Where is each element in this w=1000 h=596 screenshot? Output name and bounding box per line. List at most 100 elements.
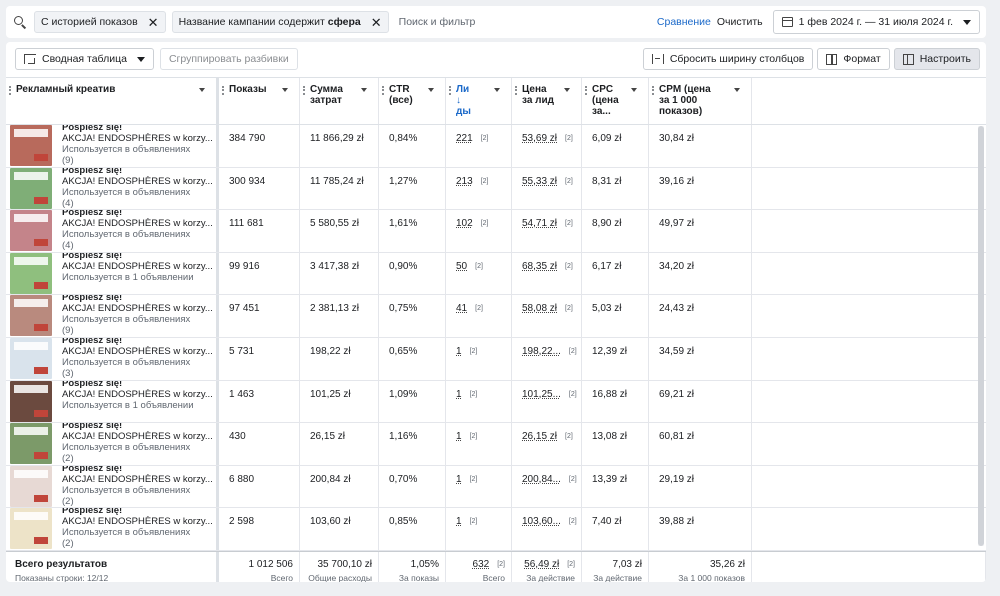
cost-per-lead-value[interactable]: 58,08 zł — [522, 303, 557, 314]
close-icon[interactable]: ✕ — [371, 16, 382, 29]
leads-value[interactable]: 1 — [456, 431, 462, 442]
drag-handle-icon[interactable] — [449, 86, 451, 95]
column-header-ctr[interactable]: CTR (все) — [379, 78, 446, 124]
filter-chip-campaign-name[interactable]: Название кампании содержит сфера ✕ — [171, 11, 389, 33]
close-icon[interactable]: ✕ — [148, 16, 159, 29]
clear-link[interactable]: Очистить — [717, 16, 763, 28]
drag-handle-icon[interactable] — [652, 86, 654, 95]
creative-name[interactable]: AKCJA! ENDOSPHÈRES w korzy... — [62, 303, 213, 314]
creative-cell[interactable]: Pośpiesz się! AKCJA! ENDOSPHÈRES w korzy.… — [6, 295, 219, 337]
table-row[interactable]: Pośpiesz się! AKCJA! ENDOSPHÈRES w korzy.… — [6, 337, 986, 381]
creative-name[interactable]: AKCJA! ENDOSPHÈRES w korzy... — [62, 176, 213, 187]
creative-name[interactable]: AKCJA! ENDOSPHÈRES w korzy... — [62, 261, 213, 272]
creative-thumbnail[interactable] — [10, 337, 52, 379]
table-row[interactable]: Pośpiesz się! AKCJA! ENDOSPHÈRES w korzy.… — [6, 423, 986, 466]
table-row[interactable]: Pośpiesz się! AKCJA! ENDOSPHÈRES w korzy.… — [6, 465, 986, 509]
cost-per-lead-value[interactable]: 103,60... — [522, 516, 561, 527]
drag-handle-icon[interactable] — [382, 86, 384, 95]
creative-cell[interactable]: Pośpiesz się! AKCJA! ENDOSPHÈRES w korzy.… — [6, 337, 219, 380]
creative-thumbnail[interactable] — [10, 167, 52, 209]
cost-per-lead-value[interactable]: 53,69 zł — [522, 133, 557, 144]
leads-value[interactable]: 221 — [456, 133, 473, 144]
vertical-scrollbar[interactable] — [978, 126, 984, 546]
creative-cell[interactable]: Pośpiesz się! AKCJA! ENDOSPHÈRES w korzy.… — [6, 380, 219, 423]
drag-handle-icon[interactable] — [9, 86, 11, 95]
column-header-cost-per-lead[interactable]: Цена за лид — [512, 78, 582, 124]
cost-per-lead-value[interactable]: 68,35 zł — [522, 261, 557, 272]
creative-cell[interactable]: Pośpiesz się! AKCJA! ENDOSPHÈRES w korzy.… — [6, 465, 219, 508]
chevron-down-icon[interactable] — [628, 84, 642, 96]
totals-value[interactable]: 56,49 zł — [524, 559, 559, 570]
search-filter-input[interactable] — [394, 16, 657, 28]
creative-name[interactable]: AKCJA! ENDOSPHÈRES w korzy... — [62, 516, 213, 527]
drag-handle-icon[interactable] — [585, 86, 587, 95]
drag-handle-icon[interactable] — [515, 86, 517, 95]
chevron-down-icon[interactable] — [196, 84, 210, 96]
table-row[interactable]: Pośpiesz się! AKCJA! ENDOSPHÈRES w korzy.… — [6, 380, 986, 424]
table-row[interactable]: Pośpiesz się! AKCJA! ENDOSPHÈRES w korzy.… — [6, 167, 986, 211]
column-header-cpm[interactable]: CPM (цена за 1 000 показов) — [649, 78, 752, 124]
creative-thumbnail[interactable] — [10, 508, 52, 550]
leads-value[interactable]: 213 — [456, 176, 473, 187]
column-header-cpc[interactable]: CPC (цена за... — [582, 78, 649, 124]
table-row[interactable]: Pośpiesz się! AKCJA! ENDOSPHÈRES w korzy.… — [6, 210, 986, 253]
creative-cell[interactable]: Pośpiesz się! AKCJA! ENDOSPHÈRES w korzy.… — [6, 125, 219, 167]
creative-name[interactable]: AKCJA! ENDOSPHÈRES w korzy... — [62, 431, 213, 442]
filter-chip-impressions-history[interactable]: С историей показов ✕ — [34, 11, 166, 33]
column-header-creative[interactable]: Рекламный креатив — [6, 78, 219, 124]
creative-cell[interactable]: Pośpiesz się! AKCJA! ENDOSPHÈRES w korzy.… — [6, 210, 219, 252]
cost-per-lead-value[interactable]: 101,25... — [522, 389, 561, 400]
format-button[interactable]: Формат — [817, 48, 890, 70]
drag-handle-icon[interactable] — [303, 86, 305, 95]
cost-per-lead-value[interactable]: 26,15 zł — [522, 431, 557, 442]
scrollbar-thumb[interactable] — [978, 126, 984, 546]
creative-thumbnail[interactable] — [10, 380, 52, 422]
creative-thumbnail[interactable] — [10, 423, 52, 465]
leads-value[interactable]: 41 — [456, 303, 467, 314]
chevron-down-icon[interactable] — [425, 84, 439, 96]
creative-thumbnail[interactable] — [10, 210, 52, 252]
group-breakdowns-button[interactable]: Сгруппировать разбивки — [159, 48, 298, 70]
creative-name[interactable]: AKCJA! ENDOSPHÈRES w korzy... — [62, 218, 213, 229]
creative-name[interactable]: AKCJA! ENDOSPHÈRES w korzy... — [62, 346, 213, 357]
table-row[interactable]: Pośpiesz się! AKCJA! ENDOSPHÈRES w korzy.… — [6, 125, 986, 168]
chevron-down-icon[interactable] — [491, 84, 505, 96]
chevron-down-icon[interactable] — [358, 84, 372, 96]
leads-value[interactable]: 50 — [456, 261, 467, 272]
creative-cell[interactable]: Pośpiesz się! AKCJA! ENDOSPHÈRES w korzy.… — [6, 423, 219, 465]
creative-thumbnail[interactable] — [10, 465, 52, 507]
creative-thumbnail[interactable] — [10, 125, 52, 166]
column-header-impressions[interactable]: Показы — [219, 78, 300, 124]
chevron-down-icon[interactable] — [279, 84, 293, 96]
column-header-spend[interactable]: Сумма затрат — [300, 78, 379, 124]
cost-per-lead-value[interactable]: 55,33 zł — [522, 176, 557, 187]
creative-name[interactable]: AKCJA! ENDOSPHÈRES w korzy... — [62, 133, 213, 144]
chevron-down-icon[interactable] — [731, 84, 745, 96]
totals-value[interactable]: 632 — [473, 559, 490, 570]
cost-per-lead-value[interactable]: 198,22... — [522, 346, 561, 357]
leads-value[interactable]: 1 — [456, 474, 462, 485]
cost-per-lead-value[interactable]: 54,71 zł — [522, 218, 557, 229]
creative-cell[interactable]: Pośpiesz się! AKCJA! ENDOSPHÈRES w korzy.… — [6, 252, 219, 295]
cost-per-lead-value[interactable]: 200,84... — [522, 474, 561, 485]
drag-handle-icon[interactable] — [222, 86, 224, 95]
creative-name[interactable]: AKCJA! ENDOSPHÈRES w korzy... — [62, 389, 213, 400]
table-row[interactable]: Pośpiesz się! AKCJA! ENDOSPHÈRES w korzy.… — [6, 252, 986, 296]
creative-cell[interactable]: Pośpiesz się! AKCJA! ENDOSPHÈRES w korzy.… — [6, 167, 219, 210]
creative-thumbnail[interactable] — [10, 252, 52, 294]
creative-thumbnail[interactable] — [10, 295, 52, 337]
leads-value[interactable]: 102 — [456, 218, 473, 229]
leads-value[interactable]: 1 — [456, 389, 462, 400]
creative-name[interactable]: AKCJA! ENDOSPHÈRES w korzy... — [62, 474, 213, 485]
table-row[interactable]: Pośpiesz się! AKCJA! ENDOSPHÈRES w korzy.… — [6, 508, 986, 551]
configure-button[interactable]: Настроить — [893, 48, 980, 70]
pivot-table-dropdown[interactable]: Сводная таблица — [15, 48, 154, 70]
leads-value[interactable]: 1 — [456, 346, 462, 357]
leads-value[interactable]: 1 — [456, 516, 462, 527]
column-header-leads[interactable]: Ли ↓ ды — [446, 78, 512, 124]
reset-column-width-button[interactable]: Сбросить ширину столбцов — [642, 48, 814, 70]
chevron-down-icon[interactable] — [561, 84, 575, 96]
creative-cell[interactable]: Pośpiesz się! AKCJA! ENDOSPHÈRES w korzy.… — [6, 508, 219, 550]
date-range-picker[interactable]: 1 фев 2024 г. — 31 июля 2024 г. — [772, 10, 980, 34]
table-row[interactable]: Pośpiesz się! AKCJA! ENDOSPHÈRES w korzy.… — [6, 295, 986, 338]
